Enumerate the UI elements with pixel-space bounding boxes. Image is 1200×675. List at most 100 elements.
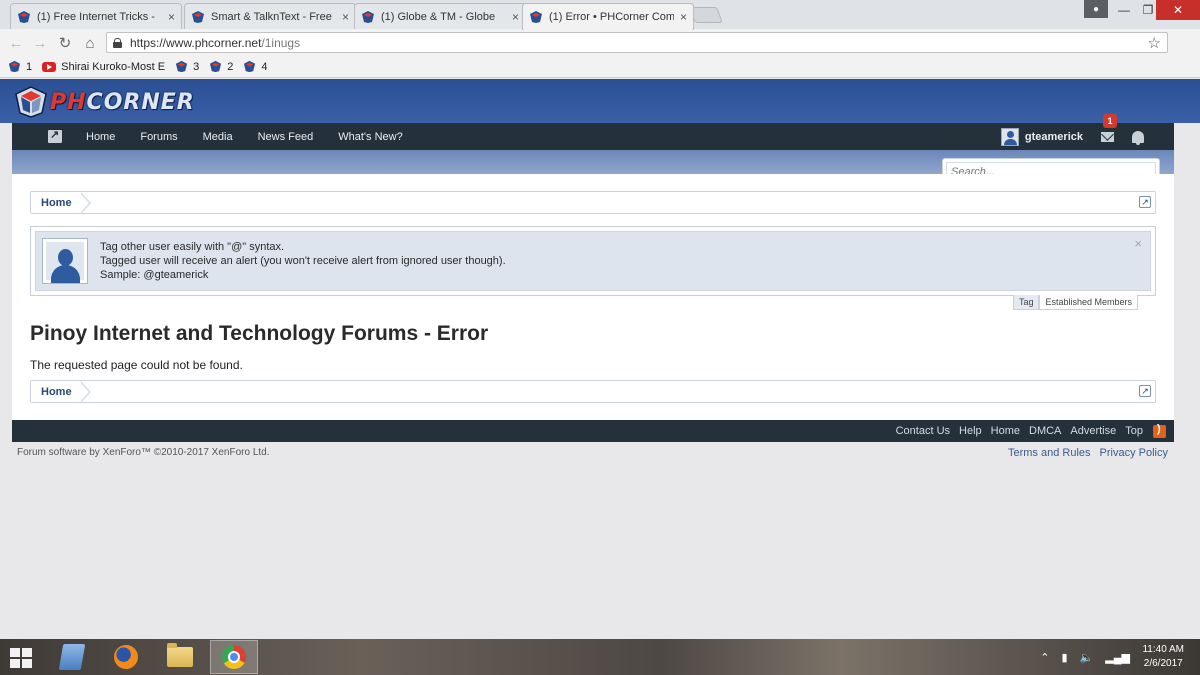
footer-link-contact[interactable]: Contact Us — [896, 425, 950, 437]
new-tab-button[interactable] — [689, 7, 723, 23]
youtube-icon — [42, 61, 57, 72]
phcorner-favicon — [362, 10, 374, 23]
breadcrumb-home[interactable]: Home — [31, 381, 82, 402]
notice-line: Sample: @gteamerick — [100, 269, 209, 281]
external-home-icon[interactable] — [48, 128, 62, 143]
tab-title: (1) Free Internet Tricks - — [37, 10, 155, 23]
signal-icon[interactable]: ▂▄▆ — [1105, 651, 1130, 664]
bookmark-item[interactable]: 3 — [175, 60, 199, 73]
reload-icon[interactable]: ↻ — [55, 33, 75, 53]
home-icon[interactable]: ⌂ — [80, 33, 100, 53]
phcorner-logo-icon — [15, 86, 47, 118]
notice-line: Tag other user easily with "@" syntax. — [100, 241, 285, 253]
taskbar-clock[interactable]: 11:40 AM 2/6/2017 — [1142, 643, 1184, 671]
notice-tab-tag[interactable]: Tag — [1012, 295, 1040, 310]
breadcrumb-home[interactable]: Home — [31, 192, 82, 213]
breadcrumb-bottom: Home ↗ — [30, 380, 1156, 403]
folder-icon — [167, 643, 193, 667]
browser-tab[interactable]: (1) Free Internet Tricks - × — [10, 3, 182, 29]
battery-icon[interactable]: ▮ — [1062, 651, 1068, 664]
browser-tab-strip: (1) Free Internet Tricks - × Smart & Tal… — [0, 0, 1200, 30]
tab-title: Smart & TalknText - Free — [211, 10, 332, 23]
windows-taskbar: ⌃ ▮ 🔈 ▂▄▆ 11:40 AM 2/6/2017 — [0, 639, 1200, 675]
avatar[interactable] — [1000, 127, 1019, 146]
show-hidden-icons-icon[interactable]: ⌃ — [1040, 651, 1049, 664]
breadcrumb: Home ↗ — [30, 191, 1156, 214]
default-avatar-icon — [42, 238, 88, 284]
notebook-icon — [58, 644, 86, 670]
chrome-icon — [222, 645, 246, 669]
close-icon[interactable]: × — [680, 10, 687, 24]
back-arrow-icon[interactable]: ← — [6, 33, 26, 53]
legal-links: Terms and Rules Privacy Policy — [999, 447, 1168, 459]
browser-tab[interactable]: Smart & TalknText - Free × — [184, 3, 356, 29]
copyright-text: Forum software by XenForo™ ©2010-2017 Xe… — [17, 447, 270, 458]
close-icon[interactable]: × — [342, 10, 349, 24]
jump-to-icon[interactable]: ↗ — [1139, 196, 1151, 208]
main-content: Home ↗ Tag other user easily with "@" sy… — [12, 174, 1174, 420]
address-bar[interactable]: https://www.phcorner.net/1inugs ☆ — [106, 32, 1168, 53]
bookmark-label: 2 — [227, 60, 234, 73]
nav-whats-new[interactable]: What's New? — [338, 131, 402, 143]
rss-icon[interactable] — [1153, 423, 1166, 438]
error-message: The requested page could not be found. — [30, 358, 243, 372]
phcorner-favicon — [210, 60, 222, 73]
notice-panel: Tag other user easily with "@" syntax. T… — [35, 231, 1151, 291]
bookmark-item[interactable]: Shirai Kuroko-Most E — [42, 61, 165, 73]
window-close-icon[interactable]: ✕ — [1156, 0, 1200, 20]
nav-home[interactable]: Home — [86, 131, 115, 143]
notice-tab-established-members[interactable]: Established Members — [1039, 295, 1138, 310]
footer-bar: Contact Us Help Home DMCA Advertise Top — [12, 420, 1174, 442]
close-icon[interactable]: × — [168, 10, 175, 24]
bookmark-label: Shirai Kuroko-Most E — [61, 60, 166, 73]
phcorner-favicon — [8, 60, 21, 73]
taskbar-app-chrome[interactable] — [210, 640, 258, 674]
phcorner-favicon — [175, 60, 188, 73]
breadcrumb-separator — [80, 192, 91, 214]
phcorner-favicon — [192, 10, 204, 23]
taskbar-app-file-explorer[interactable] — [156, 640, 204, 674]
phcorner-favicon — [530, 11, 542, 23]
bookmarks-bar: 1 Shirai Kuroko-Most E 3 2 4 — [0, 56, 1200, 78]
footer-link-help[interactable]: Help — [959, 425, 982, 437]
system-tray: ⌃ ▮ 🔈 ▂▄▆ — [1028, 639, 1130, 675]
main-navbar: Home Forums Media News Feed What's New? … — [12, 114, 1174, 150]
footer-link-advertise[interactable]: Advertise — [1070, 425, 1116, 437]
username-link[interactable]: gteamerick — [1025, 131, 1083, 143]
profile-icon[interactable]: ● — [1084, 0, 1108, 18]
notice-line: Tagged user will receive an alert (you w… — [100, 255, 506, 267]
site-logo[interactable]: PHCORNER — [14, 85, 195, 119]
windows-start-icon[interactable] — [10, 648, 32, 668]
nav-forums[interactable]: Forums — [140, 131, 177, 143]
url-path: /1inugs — [261, 35, 301, 50]
browser-toolbar: ← → ↻ ⌂ https://www.phcorner.net/1inugs … — [0, 29, 1200, 56]
tab-title: (1) Globe & TM - Globe — [381, 10, 496, 23]
site-header: PHCORNER — [0, 79, 1200, 123]
footer-link-dmca[interactable]: DMCA — [1029, 425, 1061, 437]
bookmark-star-icon[interactable]: ☆ — [1148, 34, 1161, 52]
notice-close-icon[interactable]: × — [1134, 236, 1142, 251]
breadcrumb-separator — [80, 381, 91, 403]
jump-to-icon[interactable]: ↗ — [1139, 385, 1151, 397]
bell-icon[interactable] — [1132, 130, 1144, 145]
mail-icon[interactable] — [1101, 131, 1114, 142]
nav-news-feed[interactable]: News Feed — [258, 131, 314, 143]
lock-icon — [113, 37, 122, 48]
privacy-link[interactable]: Privacy Policy — [1100, 447, 1168, 459]
taskbar-app-firefox[interactable] — [102, 640, 150, 674]
terms-link[interactable]: Terms and Rules — [1008, 447, 1091, 459]
browser-tab[interactable]: (1) Globe & TM - Globe × — [354, 3, 526, 29]
browser-tab-active[interactable]: (1) Error • PHCorner Com × — [522, 3, 694, 30]
footer-link-top[interactable]: Top — [1125, 425, 1143, 437]
nav-media[interactable]: Media — [203, 131, 233, 143]
bookmark-item[interactable]: 1 — [8, 60, 32, 73]
page-title: Pinoy Internet and Technology Forums - E… — [30, 322, 489, 345]
bookmark-item[interactable]: 4 — [243, 60, 267, 73]
forward-arrow-icon[interactable]: → — [30, 33, 50, 53]
close-icon[interactable]: × — [512, 10, 519, 24]
tab-title: (1) Error • PHCorner Com — [549, 11, 674, 23]
volume-icon[interactable]: 🔈 — [1080, 651, 1094, 664]
footer-link-home[interactable]: Home — [991, 425, 1020, 437]
taskbar-app-notebook[interactable] — [48, 640, 96, 674]
bookmark-item[interactable]: 2 — [209, 60, 233, 73]
